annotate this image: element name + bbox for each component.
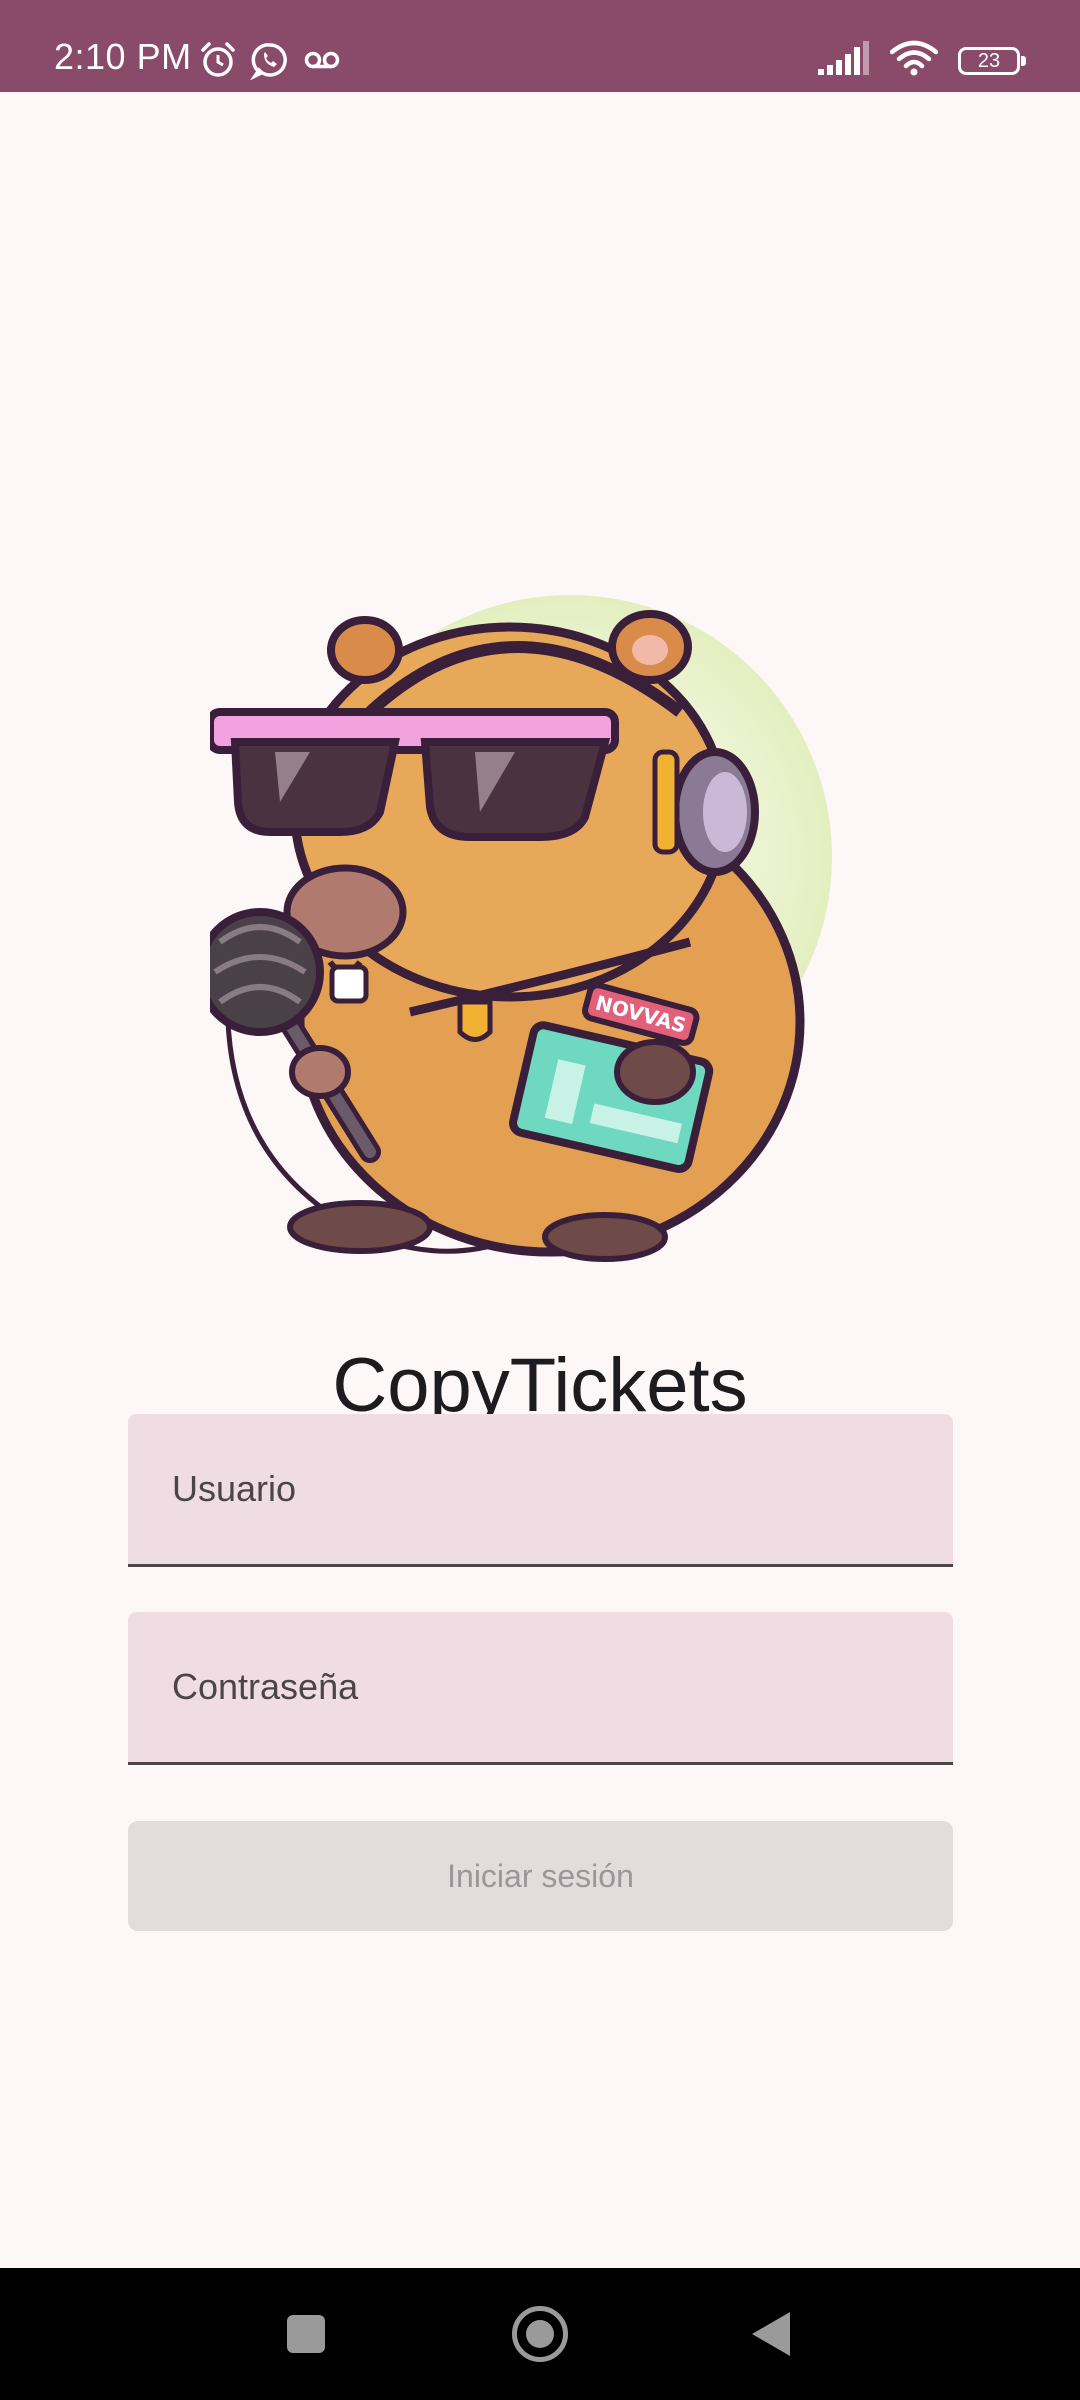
status-right-icons: 23: [818, 40, 1026, 81]
login-button[interactable]: Iniciar sesión: [128, 1821, 953, 1931]
password-input[interactable]: [128, 1612, 953, 1762]
status-time: 2:10 PM: [54, 36, 192, 77]
battery-icon: 23: [958, 46, 1026, 75]
whatsapp-icon: [249, 40, 290, 85]
recent-apps-button[interactable]: [287, 2315, 325, 2353]
home-button[interactable]: [512, 2306, 568, 2362]
username-input[interactable]: [128, 1414, 953, 1564]
status-bar: 2:10 PM 23: [0, 0, 1080, 92]
username-field[interactable]: [128, 1414, 953, 1567]
capybara-logo-image: NOVVAS: [196, 512, 860, 1282]
status-left-icons: [198, 40, 342, 85]
alarm-icon: [198, 40, 238, 85]
login-screen: NOVVAS CopyTickets Iniciar sesión: [0, 92, 1080, 2268]
wifi-icon: [889, 40, 939, 81]
voicemail-icon: [302, 40, 342, 85]
navigation-bar: [0, 2268, 1080, 2400]
back-button[interactable]: [752, 2312, 790, 2356]
signal-icon: [818, 41, 870, 80]
password-field[interactable]: [128, 1612, 953, 1765]
